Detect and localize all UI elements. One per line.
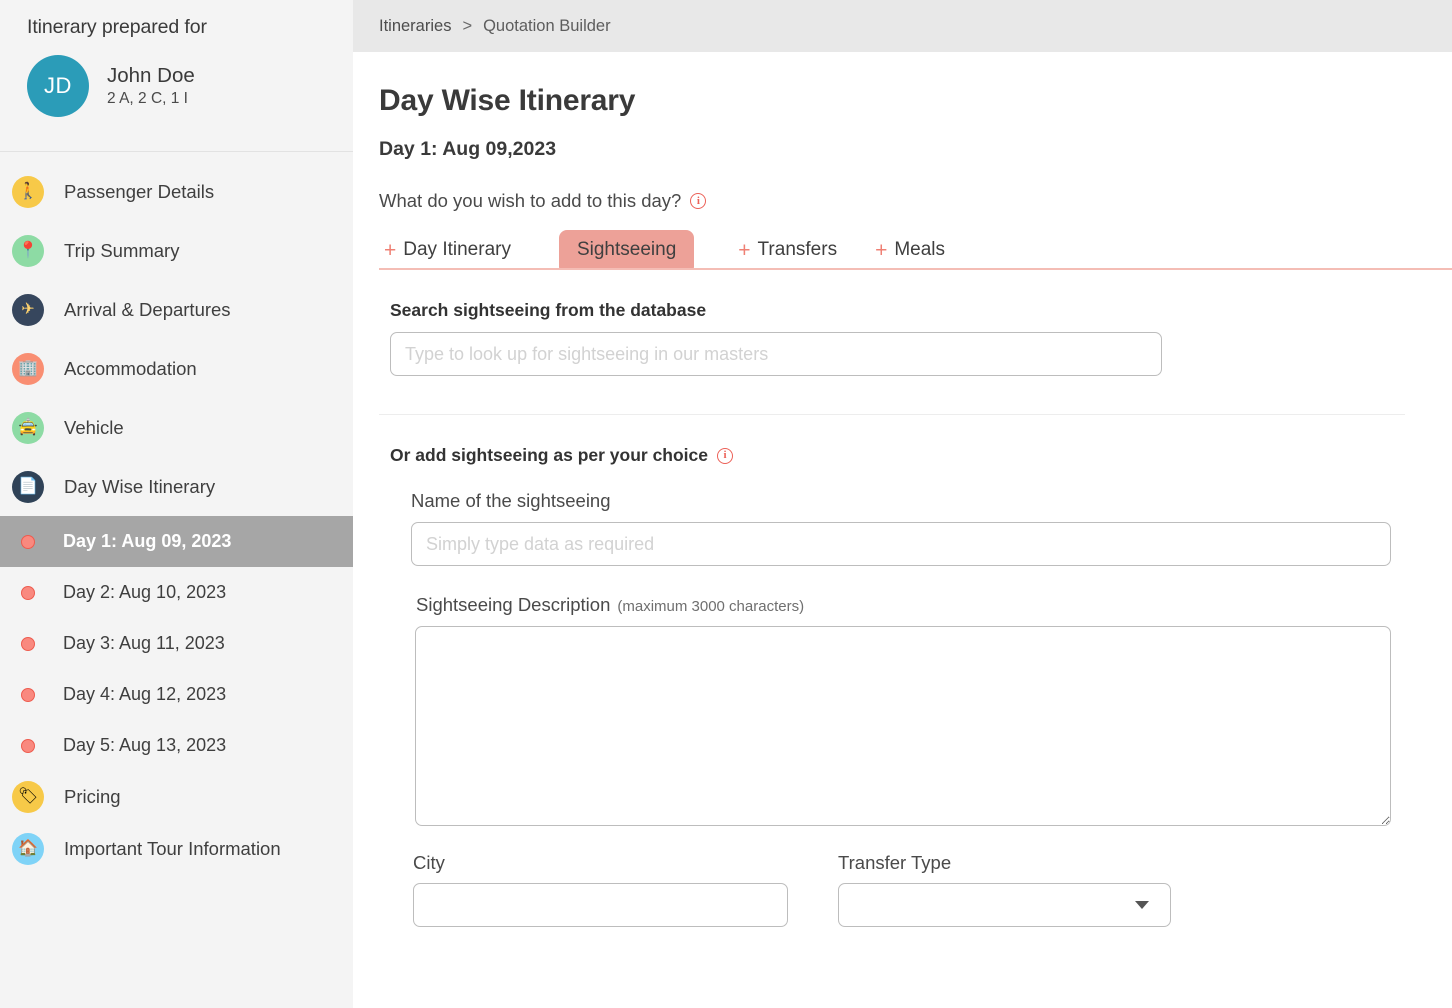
info-house-icon: 🏠 <box>12 833 44 865</box>
sidebar-item-label: Trip Summary <box>64 240 179 262</box>
document-list-icon: 📄 <box>12 471 44 503</box>
tab-label: Sightseeing <box>577 239 676 261</box>
day-dot-icon <box>21 586 35 600</box>
transfer-type-field-group: Transfer Type <box>838 852 1171 927</box>
sidebar-item-label: Vehicle <box>64 417 124 439</box>
info-icon[interactable]: i <box>717 448 733 464</box>
breadcrumb: Itineraries > Quotation Builder <box>353 0 1452 52</box>
sightseeing-name-input[interactable] <box>411 522 1391 566</box>
sidebar-day-label: Day 5: Aug 13, 2023 <box>63 735 226 756</box>
tab-day-itinerary[interactable]: + Day Itinerary <box>380 230 515 270</box>
price-tag-icon: 🏷 <box>12 781 44 813</box>
sidebar-item-label: Accommodation <box>64 358 197 380</box>
building-icon: 🏢 <box>12 353 44 385</box>
tab-label: Day Itinerary <box>403 239 511 261</box>
tab-label: Transfers <box>758 239 838 261</box>
app-root: Itinerary prepared for JD John Doe 2 A, … <box>0 0 1452 1008</box>
sidebar-item-label: Important Tour Information <box>64 838 281 860</box>
search-section: Search sightseeing from the database <box>379 300 1452 376</box>
content-body: Day Wise Itinerary Day 1: Aug 09,2023 Wh… <box>353 84 1452 927</box>
sidebar-day-label: Day 3: Aug 11, 2023 <box>63 633 225 654</box>
add-prompt-text: What do you wish to add to this day? <box>379 190 681 212</box>
sidebar-item-label: Arrival & Departures <box>64 299 231 321</box>
avatar: JD <box>27 55 89 117</box>
sightseeing-description-textarea[interactable] <box>415 626 1391 826</box>
airplane-icon: ✈ <box>12 294 44 326</box>
plus-icon: + <box>875 240 887 261</box>
sidebar-item-passenger-details[interactable]: 🚶 Passenger Details <box>0 162 353 221</box>
breadcrumb-leaf[interactable]: Quotation Builder <box>483 17 611 36</box>
sidebar-item-trip-summary[interactable]: 📍 Trip Summary <box>0 221 353 280</box>
city-transfer-row: City Transfer Type <box>413 852 1426 927</box>
sidebar-item-day-4[interactable]: Day 4: Aug 12, 2023 <box>0 669 353 720</box>
sidebar-item-day-2[interactable]: Day 2: Aug 10, 2023 <box>0 567 353 618</box>
main-content: Itineraries > Quotation Builder Day Wise… <box>353 0 1452 1008</box>
prepared-for-label: Itinerary prepared for <box>0 0 353 39</box>
manual-entry-heading: Or add sightseeing as per your choice i <box>379 445 1426 466</box>
taxi-icon: 🚖 <box>12 412 44 444</box>
breadcrumb-root[interactable]: Itineraries <box>379 17 451 36</box>
tab-transfers[interactable]: + Transfers <box>734 230 841 270</box>
add-type-tabs: + Day Itinerary Sightseeing + Transfers … <box>379 230 1452 270</box>
user-name: John Doe <box>107 64 195 88</box>
day-dot-icon <box>21 739 35 753</box>
sidebar: Itinerary prepared for JD John Doe 2 A, … <box>0 0 353 1008</box>
sidebar-day-label: Day 2: Aug 10, 2023 <box>63 582 226 603</box>
walking-person-icon: 🚶 <box>12 176 44 208</box>
search-input[interactable] <box>390 332 1162 376</box>
sidebar-item-label: Day Wise Itinerary <box>64 476 215 498</box>
description-label-text: Sightseeing Description <box>416 594 610 616</box>
sidebar-day-label: Day 1: Aug 09, 2023 <box>63 531 231 552</box>
user-card[interactable]: JD John Doe 2 A, 2 C, 1 I <box>0 39 353 117</box>
manual-entry-fields: Name of the sightseeing Sightseeing Desc… <box>379 490 1426 927</box>
page-title: Day Wise Itinerary <box>379 84 1452 118</box>
sidebar-nav: 🚶 Passenger Details 📍 Trip Summary ✈ Arr… <box>0 152 353 875</box>
sidebar-item-day-5[interactable]: Day 5: Aug 13, 2023 <box>0 720 353 771</box>
transfer-type-select[interactable] <box>838 883 1171 927</box>
tab-meals[interactable]: + Meals <box>871 230 949 270</box>
day-dot-icon <box>21 535 35 549</box>
sidebar-item-day-1[interactable]: Day 1: Aug 09, 2023 <box>0 516 353 567</box>
sidebar-item-day-wise-itinerary[interactable]: 📄 Day Wise Itinerary <box>0 457 353 516</box>
manual-entry-section: Or add sightseeing as per your choice i … <box>379 445 1452 927</box>
day-dot-icon <box>21 688 35 702</box>
day-dot-icon <box>21 637 35 651</box>
sidebar-item-pricing[interactable]: 🏷 Pricing <box>0 771 353 823</box>
sightseeing-description-label: Sightseeing Description (maximum 3000 ch… <box>416 594 1426 616</box>
manual-entry-heading-text: Or add sightseeing as per your choice <box>390 445 708 466</box>
sidebar-item-label: Pricing <box>64 786 121 808</box>
sidebar-item-important-tour-information[interactable]: 🏠 Important Tour Information <box>0 823 353 875</box>
transfer-type-select-wrap <box>838 883 1171 927</box>
tab-label: Meals <box>894 239 945 261</box>
add-prompt: What do you wish to add to this day? i <box>379 190 1452 212</box>
sightseeing-name-label: Name of the sightseeing <box>411 490 1426 512</box>
breadcrumb-separator: > <box>462 17 472 36</box>
sidebar-item-accommodation[interactable]: 🏢 Accommodation <box>0 339 353 398</box>
sidebar-item-label: Passenger Details <box>64 181 214 203</box>
info-icon[interactable]: i <box>690 193 706 209</box>
user-pax-count: 2 A, 2 C, 1 I <box>107 90 195 108</box>
tab-sightseeing[interactable]: Sightseeing <box>559 230 694 270</box>
tabs-underline <box>379 268 1452 271</box>
city-field-group: City <box>413 852 788 927</box>
transfer-type-label: Transfer Type <box>838 852 1171 874</box>
plus-icon: + <box>738 240 750 261</box>
day-title: Day 1: Aug 09,2023 <box>379 138 1452 161</box>
section-divider <box>379 414 1405 415</box>
sidebar-item-vehicle[interactable]: 🚖 Vehicle <box>0 398 353 457</box>
map-pin-icon: 📍 <box>12 235 44 267</box>
city-input[interactable] <box>413 883 788 927</box>
sidebar-item-day-3[interactable]: Day 3: Aug 11, 2023 <box>0 618 353 669</box>
sidebar-item-arrival-departures[interactable]: ✈ Arrival & Departures <box>0 280 353 339</box>
description-char-limit: (maximum 3000 characters) <box>617 598 804 615</box>
city-label: City <box>413 852 788 874</box>
plus-icon: + <box>384 240 396 261</box>
search-label: Search sightseeing from the database <box>379 300 1426 321</box>
sidebar-day-label: Day 4: Aug 12, 2023 <box>63 684 226 705</box>
